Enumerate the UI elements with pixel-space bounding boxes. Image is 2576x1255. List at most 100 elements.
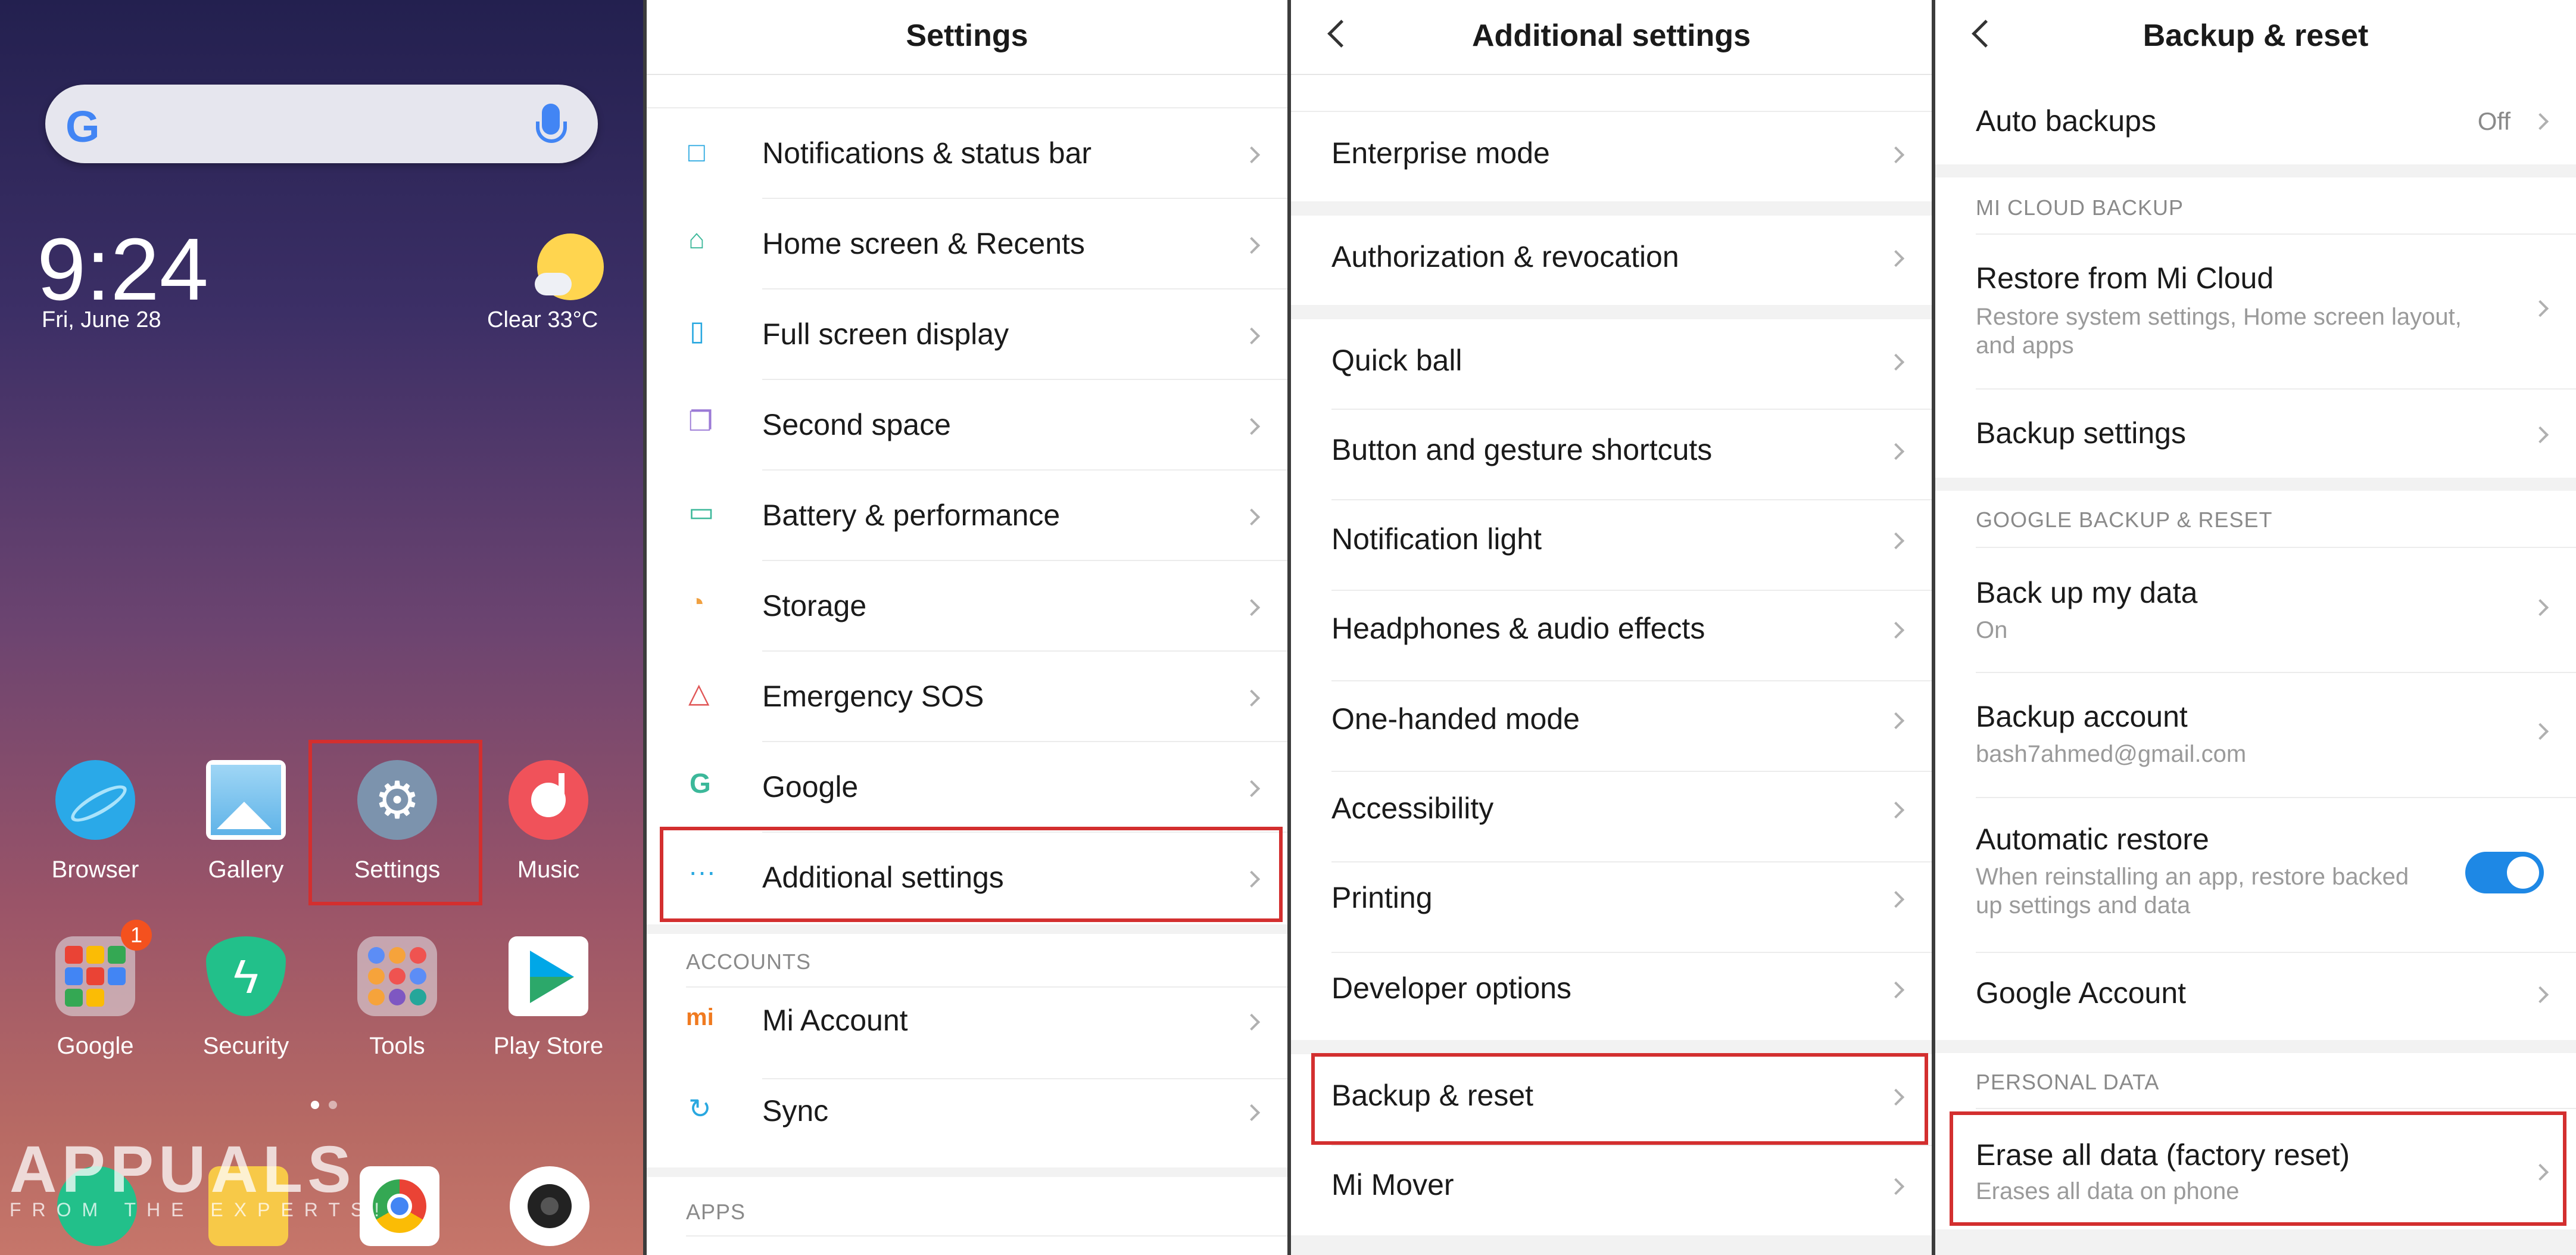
section-header-accounts: ACCOUNTS — [686, 949, 812, 974]
chevron-right-icon — [1887, 250, 1905, 267]
notifications-icon: □ — [688, 136, 705, 167]
additional-item-button-gesture[interactable]: Button and gesture shortcuts — [1291, 410, 1932, 499]
app-play-store[interactable]: Play Store — [486, 936, 611, 1060]
additional-item-developer-options[interactable]: Developer options — [1291, 953, 1932, 1042]
chevron-right-icon — [1243, 599, 1261, 616]
chevron-right-icon — [1887, 1178, 1905, 1195]
chevron-right-icon — [1243, 1104, 1261, 1122]
chevron-right-icon — [1243, 689, 1261, 707]
clock-date: Fri, June 28 — [42, 307, 161, 332]
app-label: Gallery — [208, 857, 284, 883]
backup-reset-highlight-box — [1311, 1053, 1928, 1145]
additional-settings-highlight-box — [660, 827, 1283, 922]
page-title: Additional settings — [1472, 18, 1751, 53]
chevron-right-icon — [1887, 146, 1905, 164]
play-triangle-icon — [509, 936, 588, 1016]
backup-item-google-account[interactable]: Google Account — [1935, 953, 2576, 1040]
section-header-apps: APPS — [686, 1200, 746, 1224]
notification-badge: 1 — [121, 920, 152, 951]
auto-backups-value: Off — [2477, 107, 2510, 135]
chevron-right-icon — [2531, 986, 2549, 1004]
home-icon: ⌂ — [688, 223, 705, 254]
google-folder-icon — [55, 936, 135, 1016]
backup-item-restore-mi-cloud[interactable]: Restore from Mi Cloud Restore system set… — [1935, 236, 2576, 387]
chevron-right-icon — [2531, 426, 2549, 444]
additional-item-enterprise-mode[interactable]: Enterprise mode — [1291, 113, 1932, 203]
weather-text: Clear 33°C — [487, 307, 598, 332]
chevron-right-icon — [1887, 443, 1905, 460]
chevron-right-icon — [1887, 890, 1905, 908]
chevron-right-icon — [2531, 723, 2549, 740]
backup-reset-panel: Backup & reset Auto backups Off MI CLOUD… — [1935, 0, 2576, 1255]
additional-item-authorization[interactable]: Authorization & revocation — [1291, 216, 1932, 305]
backup-item-backup-account[interactable]: Backup account bash7ahmed@gmail.com — [1935, 673, 2576, 796]
app-label: Music — [517, 857, 580, 883]
app-label: Browser — [51, 857, 139, 883]
erase-all-data-highlight-box — [1950, 1111, 2566, 1226]
chevron-right-icon — [2531, 599, 2549, 616]
chevron-right-icon — [1887, 532, 1905, 550]
additional-item-headphones[interactable]: Headphones & audio effects — [1291, 591, 1932, 680]
app-google-folder[interactable]: 1 Google — [33, 920, 158, 1060]
additional-item-mi-mover[interactable]: Mi Mover — [1291, 1146, 1932, 1235]
google-search-bar[interactable] — [45, 85, 598, 163]
additional-item-accessibility[interactable]: Accessibility — [1291, 772, 1932, 861]
backup-item-back-up-my-data[interactable]: Back up my data On — [1935, 548, 2576, 671]
browser-icon — [55, 760, 135, 840]
app-label: Tools — [369, 1033, 425, 1059]
chevron-right-icon — [1887, 712, 1905, 730]
page-title: Backup & reset — [2142, 18, 2369, 53]
storage-icon: ◔ — [688, 587, 705, 618]
app-security[interactable]: ϟ Security — [183, 936, 308, 1060]
section-header-personal-data: PERSONAL DATA — [1976, 1070, 2160, 1094]
chevron-right-icon — [1887, 353, 1905, 371]
app-tools-folder[interactable]: Tools — [335, 936, 460, 1060]
appuals-watermark: APPUALS FROM THE EXPERTS! — [10, 1133, 391, 1220]
backup-item-backup-settings[interactable]: Backup settings — [1935, 390, 2576, 477]
chevron-right-icon — [1887, 621, 1905, 639]
additional-settings-panel: Additional settings Enterprise mode Auth… — [1291, 0, 1932, 1255]
app-browser[interactable]: Browser — [33, 760, 158, 883]
page-indicator — [306, 1101, 342, 1112]
cloud-icon — [535, 273, 572, 295]
sos-icon: △ — [688, 677, 710, 708]
gallery-icon — [206, 760, 286, 840]
chevron-right-icon — [1887, 801, 1905, 819]
microphone-icon[interactable] — [536, 104, 567, 143]
chevron-right-icon — [1243, 418, 1261, 435]
additional-item-printing[interactable]: Printing — [1291, 862, 1932, 952]
settings-highlight-box — [308, 740, 482, 905]
chevron-right-icon — [1243, 327, 1261, 345]
music-note-icon — [509, 760, 588, 840]
phone-screen-icon: ▯ — [690, 315, 705, 346]
automatic-restore-toggle[interactable] — [2465, 852, 2544, 893]
camera-icon[interactable] — [510, 1166, 590, 1246]
additional-item-notification-light[interactable]: Notification light — [1291, 500, 1932, 590]
chevron-right-icon — [2531, 113, 2549, 130]
additional-item-one-handed[interactable]: One-handed mode — [1291, 681, 1932, 771]
chevron-right-icon — [1243, 780, 1261, 798]
app-music[interactable]: Music — [486, 760, 611, 883]
battery-icon: ▭ — [688, 496, 715, 527]
backup-item-auto-backups[interactable]: Auto backups Off — [1935, 77, 2576, 161]
chevron-right-icon — [1243, 146, 1261, 164]
section-header-mi-cloud: MI CLOUD BACKUP — [1976, 195, 2184, 220]
clock-time: 9:24 — [37, 220, 209, 319]
chevron-right-icon — [1243, 1013, 1261, 1031]
app-label: Play Store — [493, 1033, 604, 1059]
app-gallery[interactable]: Gallery — [183, 760, 308, 883]
section-header-google-backup: GOOGLE BACKUP & RESET — [1976, 507, 2273, 532]
google-logo-icon: G — [66, 102, 100, 151]
google-g-icon: G — [690, 768, 711, 799]
settings-header: Settings — [647, 0, 1287, 75]
settings-item-mi-account[interactable]: mi Mi Account — [647, 989, 1287, 1078]
mi-logo-icon: mi — [686, 1004, 714, 1030]
second-space-icon: ❐ — [688, 406, 713, 437]
shield-bolt-icon: ϟ — [206, 936, 286, 1016]
chevron-right-icon — [1243, 236, 1261, 254]
settings-item-sync[interactable]: ↻ Sync — [647, 1079, 1287, 1169]
additional-header: Additional settings — [1291, 0, 1932, 75]
chevron-right-icon — [1243, 508, 1261, 526]
tools-folder-icon — [357, 936, 437, 1016]
additional-item-quick-ball[interactable]: Quick ball — [1291, 319, 1932, 409]
